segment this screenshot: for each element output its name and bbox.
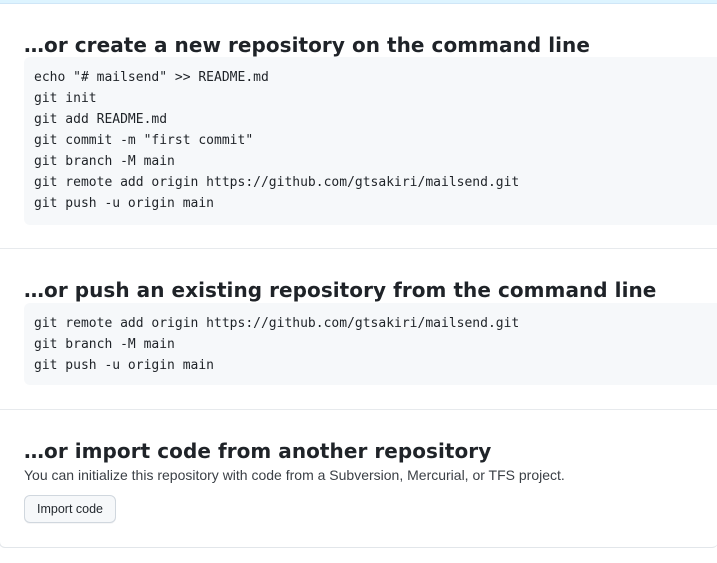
section-divider <box>0 248 717 249</box>
code-line: git init <box>34 91 97 106</box>
code-line: git push -u origin main <box>34 196 215 211</box>
push-existing-code-block[interactable]: git remote add origin https://github.com… <box>24 303 717 385</box>
new-repo-title: …or create a new repository on the comma… <box>24 33 590 57</box>
import-code-title: …or import code from another repository <box>24 439 492 463</box>
code-line: git commit -m "first commit" <box>34 133 254 148</box>
code-line: git remote add origin https://github.com… <box>34 316 520 331</box>
import-code-description: You can initialize this repository with … <box>24 467 565 483</box>
section-divider <box>0 409 717 410</box>
import-code-button[interactable]: Import code <box>24 495 117 523</box>
code-line: echo "# mailsend" >> README.md <box>34 70 269 85</box>
code-line: git remote add origin https://github.com… <box>34 175 520 190</box>
code-line: git branch -M main <box>34 337 175 352</box>
code-line: git push -u origin main <box>34 358 215 373</box>
code-line: git branch -M main <box>34 154 175 169</box>
new-repo-code-block[interactable]: echo "# mailsend" >> README.md git init … <box>24 57 717 225</box>
code-line: git add README.md <box>34 112 168 127</box>
push-existing-title: …or push an existing repository from the… <box>24 278 657 302</box>
